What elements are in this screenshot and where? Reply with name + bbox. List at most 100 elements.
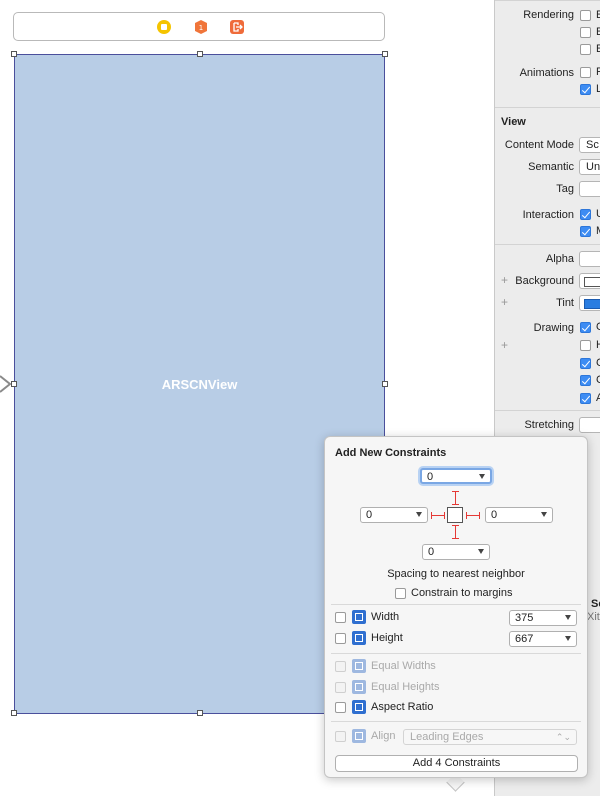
alpha-label: Alpha bbox=[545, 253, 574, 265]
popover-title: Add New Constraints bbox=[335, 447, 447, 459]
left-constraint-ibeam[interactable] bbox=[431, 515, 445, 516]
drawing-option-1-label: O bbox=[596, 321, 600, 333]
drawing-checkbox-3[interactable] bbox=[580, 358, 591, 369]
equal-heights-checkbox[interactable] bbox=[335, 682, 346, 693]
width-value-combo[interactable]: 375 bbox=[509, 610, 577, 626]
drawing-checkbox-4[interactable] bbox=[580, 375, 591, 386]
height-checkbox[interactable] bbox=[335, 633, 346, 644]
bottom-spacing-value: 0 bbox=[428, 546, 435, 558]
rendering-checkbox-1[interactable] bbox=[580, 10, 591, 21]
rendering-option-1-label: E bbox=[596, 9, 600, 21]
bottom-constraint-ibeam[interactable] bbox=[455, 525, 456, 539]
equal-widths-icon bbox=[352, 659, 366, 673]
interaction-checkbox-1[interactable] bbox=[580, 209, 591, 220]
rendering-checkbox-2[interactable] bbox=[580, 27, 591, 38]
tint-color-well[interactable] bbox=[579, 295, 600, 311]
interaction-checkbox-2[interactable] bbox=[580, 226, 591, 237]
partial-section-text: Sc bbox=[591, 598, 600, 610]
right-constraint-ibeam[interactable] bbox=[466, 515, 480, 516]
top-spacing-combo[interactable]: 0 bbox=[420, 468, 492, 484]
alpha-field[interactable] bbox=[579, 251, 600, 267]
bottom-ibeam-cap-b bbox=[452, 538, 459, 539]
right-ibeam-cap-b bbox=[479, 512, 480, 519]
exit-icon[interactable] bbox=[230, 20, 244, 34]
animations-checkbox-2[interactable] bbox=[580, 84, 591, 95]
animations-checkbox-1[interactable] bbox=[580, 67, 591, 78]
constrain-to-margins-label: Constrain to margins bbox=[411, 587, 513, 599]
align-label: Align bbox=[371, 730, 396, 742]
view-controller-icon[interactable] bbox=[157, 20, 171, 34]
drawing-checkbox-5[interactable] bbox=[580, 393, 591, 404]
content-mode-popup[interactable]: Sc bbox=[579, 137, 600, 153]
equal-heights-label: Equal Heights bbox=[371, 681, 440, 693]
height-value-combo[interactable]: 667 bbox=[509, 631, 577, 647]
constrain-to-margins-checkbox[interactable] bbox=[395, 588, 406, 599]
resize-handle-left[interactable] bbox=[11, 381, 17, 387]
drawing-option-5-label: A bbox=[596, 392, 600, 404]
rendering-checkbox-3[interactable] bbox=[580, 44, 591, 55]
width-constraint-icon bbox=[352, 610, 366, 624]
top-constraint-ibeam[interactable] bbox=[455, 491, 456, 505]
width-dropdown-icon[interactable] bbox=[565, 615, 571, 620]
semantic-label: Semantic bbox=[528, 161, 574, 173]
top-spacing-value: 0 bbox=[427, 471, 434, 483]
left-spacing-dropdown-icon[interactable] bbox=[416, 512, 422, 517]
height-label: Height bbox=[371, 632, 403, 644]
tag-field[interactable] bbox=[579, 181, 600, 197]
resize-handle-right[interactable] bbox=[382, 381, 388, 387]
right-ibeam-cap-a bbox=[466, 512, 467, 519]
right-spacing-combo[interactable]: 0 bbox=[485, 507, 553, 523]
resize-handle-top-right[interactable] bbox=[382, 51, 388, 57]
drawing-variation-plus-icon[interactable]: + bbox=[501, 338, 508, 352]
equal-heights-icon bbox=[352, 680, 366, 694]
animations-option-2-label: L bbox=[596, 83, 600, 95]
drawing-option-4-label: C bbox=[596, 374, 600, 386]
semantic-popup[interactable]: Un bbox=[579, 159, 600, 175]
top-spacing-dropdown-icon[interactable] bbox=[479, 474, 485, 479]
background-color-well[interactable] bbox=[579, 273, 600, 289]
bottom-spacing-combo[interactable]: 0 bbox=[422, 544, 490, 560]
stretching-field[interactable] bbox=[579, 417, 600, 433]
bottom-spacing-dropdown-icon[interactable] bbox=[478, 549, 484, 554]
updown-chevron-icon: ⌃⌄ bbox=[555, 732, 571, 742]
height-dropdown-icon[interactable] bbox=[565, 636, 571, 641]
right-spacing-value: 0 bbox=[491, 509, 498, 521]
partial-info-text: Xit bbox=[587, 611, 600, 623]
drawing-checkbox-1[interactable] bbox=[580, 322, 591, 333]
left-ibeam-cap-a bbox=[431, 512, 432, 519]
add-constraints-button[interactable]: Add 4 Constraints bbox=[335, 755, 578, 772]
align-icon bbox=[352, 729, 366, 743]
width-checkbox[interactable] bbox=[335, 612, 346, 623]
animations-label: Animations bbox=[519, 67, 574, 79]
width-value: 375 bbox=[515, 612, 534, 624]
align-checkbox[interactable] bbox=[335, 731, 346, 742]
left-spacing-value: 0 bbox=[366, 509, 373, 521]
tint-variation-plus-icon[interactable]: + bbox=[501, 295, 508, 309]
drawing-checkbox-2[interactable] bbox=[580, 340, 591, 351]
drawing-label: Drawing bbox=[533, 322, 574, 334]
right-spacing-dropdown-icon[interactable] bbox=[541, 512, 547, 517]
width-label: Width bbox=[371, 611, 400, 623]
view-class-label: ARSCNView bbox=[161, 377, 238, 392]
view-section-header: View bbox=[501, 116, 526, 128]
left-ibeam-cap-b bbox=[444, 512, 445, 519]
spacing-caption: Spacing to nearest neighbor bbox=[387, 568, 525, 580]
background-label: Background bbox=[515, 275, 574, 287]
resize-handle-bottom-left[interactable] bbox=[11, 710, 17, 716]
rendering-option-2-label: E bbox=[596, 26, 600, 38]
equal-widths-checkbox[interactable] bbox=[335, 661, 346, 672]
scene-dock-bar: 1 bbox=[13, 12, 385, 41]
background-variation-plus-icon[interactable]: + bbox=[501, 273, 508, 287]
first-responder-icon[interactable]: 1 bbox=[194, 20, 208, 34]
bottom-ibeam-cap-a bbox=[452, 525, 459, 526]
resize-handle-top-left[interactable] bbox=[11, 51, 17, 57]
align-popup-button[interactable]: Leading Edges ⌃⌄ bbox=[403, 729, 577, 745]
resize-handle-top[interactable] bbox=[197, 51, 203, 57]
rendering-option-3-label: E bbox=[596, 43, 600, 55]
resize-handle-bottom[interactable] bbox=[197, 710, 203, 716]
left-spacing-combo[interactable]: 0 bbox=[360, 507, 428, 523]
content-mode-label: Content Mode bbox=[504, 139, 574, 151]
interaction-option-2-label: M bbox=[596, 225, 600, 237]
svg-text:1: 1 bbox=[199, 24, 203, 32]
aspect-ratio-checkbox[interactable] bbox=[335, 702, 346, 713]
